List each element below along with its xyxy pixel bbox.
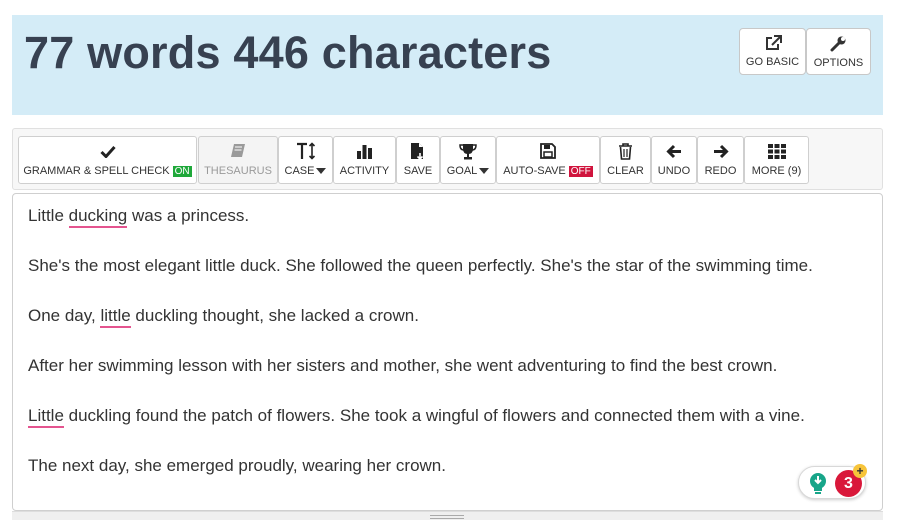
activity-label: ACTIVITY xyxy=(339,165,390,177)
header-banner: 77 words 446 characters GO BASIC OPTIONS xyxy=(12,15,883,115)
save-button[interactable]: SAVE xyxy=(396,136,440,184)
check-icon xyxy=(99,145,116,158)
grammar-error-word[interactable]: Little xyxy=(28,406,64,428)
goal-button[interactable]: GOAL xyxy=(440,136,496,184)
grammar-error-word[interactable]: little xyxy=(100,306,131,328)
grip-icon xyxy=(430,515,464,519)
clear-button[interactable]: CLEAR xyxy=(600,136,651,184)
plus-icon: + xyxy=(853,464,867,478)
lightbulb-icon xyxy=(810,473,826,494)
wrench-icon xyxy=(830,36,846,51)
text-segment: was a princess. xyxy=(127,206,250,225)
word-character-counter: 77 words 446 characters xyxy=(24,27,552,78)
save-label: SAVE xyxy=(403,165,433,177)
thesaurus-label: THESAURUS xyxy=(204,165,272,177)
redo-button[interactable]: REDO xyxy=(697,136,744,184)
grammar-label: GRAMMAR & SPELL CHECK xyxy=(23,165,170,177)
grid-icon xyxy=(767,143,786,159)
trophy-icon xyxy=(459,143,477,159)
case-caret-icon xyxy=(316,168,327,175)
paragraph: She's the most elegant little duck. She … xyxy=(28,256,813,275)
arrow-right-icon xyxy=(713,144,729,158)
text-segment: Little xyxy=(28,206,69,225)
toolbar: GRAMMAR & SPELL CHECK ON THESAURUS CASE A… xyxy=(12,128,883,190)
goal-caret-icon xyxy=(479,168,490,175)
text-segment: duckling thought, she lacked a crown. xyxy=(130,306,419,325)
editor-resize-handle[interactable] xyxy=(12,511,883,520)
text-height-icon xyxy=(296,142,315,160)
undo-label: UNDO xyxy=(657,165,691,177)
book-icon xyxy=(231,144,245,157)
paragraph: One day, little duckling thought, she la… xyxy=(28,306,867,328)
auto-save-button[interactable]: AUTO-SAVE OFF xyxy=(496,136,600,184)
case-button[interactable]: CASE xyxy=(278,136,333,184)
undo-button[interactable]: UNDO xyxy=(651,136,697,184)
go-basic-button[interactable]: GO BASIC xyxy=(739,28,806,75)
redo-label: REDO xyxy=(704,165,737,177)
arrow-left-icon xyxy=(666,144,681,158)
case-label: CASE xyxy=(284,165,315,177)
bar-chart-icon xyxy=(357,145,372,159)
paragraph: After her swimming lesson with her siste… xyxy=(28,356,778,375)
paragraph: The next day, she emerged proudly, weari… xyxy=(28,456,446,475)
text-segment: duckling found the patch of flowers. She… xyxy=(63,406,805,425)
options-button[interactable]: OPTIONS xyxy=(806,28,871,75)
external-link-icon xyxy=(765,35,782,50)
grammar-spell-check-button[interactable]: GRAMMAR & SPELL CHECK ON xyxy=(18,136,197,184)
paragraph: Little duckling found the patch of flowe… xyxy=(28,406,867,428)
floppy-icon xyxy=(540,143,556,159)
paragraph: Little ducking was a princess. xyxy=(28,206,867,228)
options-label: OPTIONS xyxy=(813,56,864,69)
go-basic-label: GO BASIC xyxy=(745,56,800,68)
grammar-on-badge: ON xyxy=(172,166,192,177)
auto-save-label: AUTO-SAVE xyxy=(503,165,566,177)
goal-label: GOAL xyxy=(446,165,478,177)
grammar-assistant-badge[interactable]: 3 + xyxy=(798,464,867,499)
spelling-error-word[interactable]: ducking xyxy=(68,206,128,228)
activity-button[interactable]: ACTIVITY xyxy=(333,136,396,184)
more-button[interactable]: MORE (9) xyxy=(744,136,809,184)
save-file-icon xyxy=(411,142,424,160)
more-label: MORE (9) xyxy=(751,165,802,177)
text-editor[interactable]: Little ducking was a princess. She's the… xyxy=(12,193,883,511)
text-segment: One day, xyxy=(28,306,101,325)
clear-label: CLEAR xyxy=(607,165,644,177)
trash-icon xyxy=(619,142,632,160)
auto-save-off-badge: OFF xyxy=(568,166,593,177)
thesaurus-button[interactable]: THESAURUS xyxy=(198,136,278,184)
